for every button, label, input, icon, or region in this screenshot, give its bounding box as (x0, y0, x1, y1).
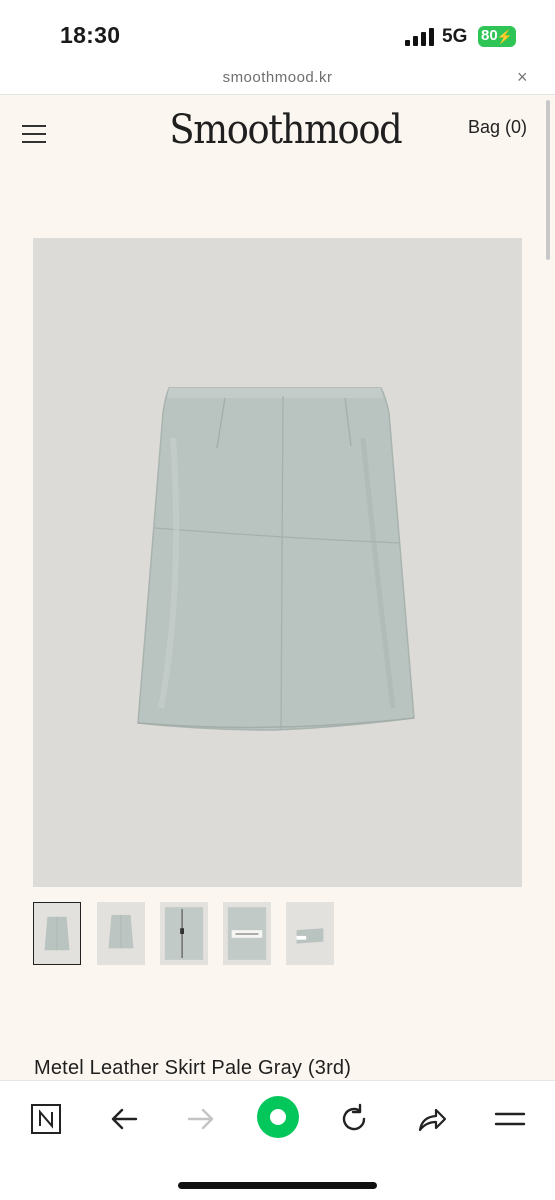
battery-icon: 80 ⚡ (478, 26, 516, 47)
product-main-image[interactable] (33, 238, 522, 887)
close-icon[interactable]: × (517, 67, 528, 88)
hamburger-menu-icon[interactable] (22, 125, 46, 143)
home-indicator (178, 1182, 377, 1189)
battery-level: 80 (481, 27, 498, 44)
product-title: Metel Leather Skirt Pale Gray (3rd) (34, 1057, 352, 1079)
naver-n-icon[interactable] (26, 1099, 66, 1139)
refresh-icon[interactable] (334, 1099, 374, 1139)
forward-arrow-icon[interactable] (181, 1099, 221, 1139)
bag-link[interactable]: Bag (0) (468, 117, 527, 138)
scrollbar[interactable] (546, 100, 550, 260)
status-bar: 18:30 5G 80 ⚡ (0, 0, 555, 62)
signal-icon (405, 28, 434, 46)
browser-toolbar (0, 1080, 555, 1200)
green-dot-icon[interactable] (256, 1095, 300, 1139)
back-arrow-icon[interactable] (104, 1099, 144, 1139)
skirt-illustration (137, 387, 415, 731)
thumbnail-5[interactable] (286, 902, 334, 965)
thumbnail-3[interactable] (160, 902, 208, 965)
status-time: 18:30 (60, 22, 121, 48)
share-icon[interactable] (412, 1099, 452, 1139)
url-bar[interactable]: smoothmood.kr × (0, 62, 555, 95)
page-content: Smoothmood Bag (0) Metel Leather Skirt P… (0, 95, 555, 1080)
network-label: 5G (442, 26, 468, 47)
charging-icon: ⚡ (496, 29, 513, 44)
menu-icon[interactable] (490, 1099, 530, 1139)
thumbnail-2[interactable] (97, 902, 145, 965)
thumbnail-4[interactable] (223, 902, 271, 965)
thumbnail-1[interactable] (33, 902, 81, 965)
site-logo[interactable]: Smoothmood (169, 107, 402, 153)
url-text[interactable]: smoothmood.kr (0, 69, 555, 86)
